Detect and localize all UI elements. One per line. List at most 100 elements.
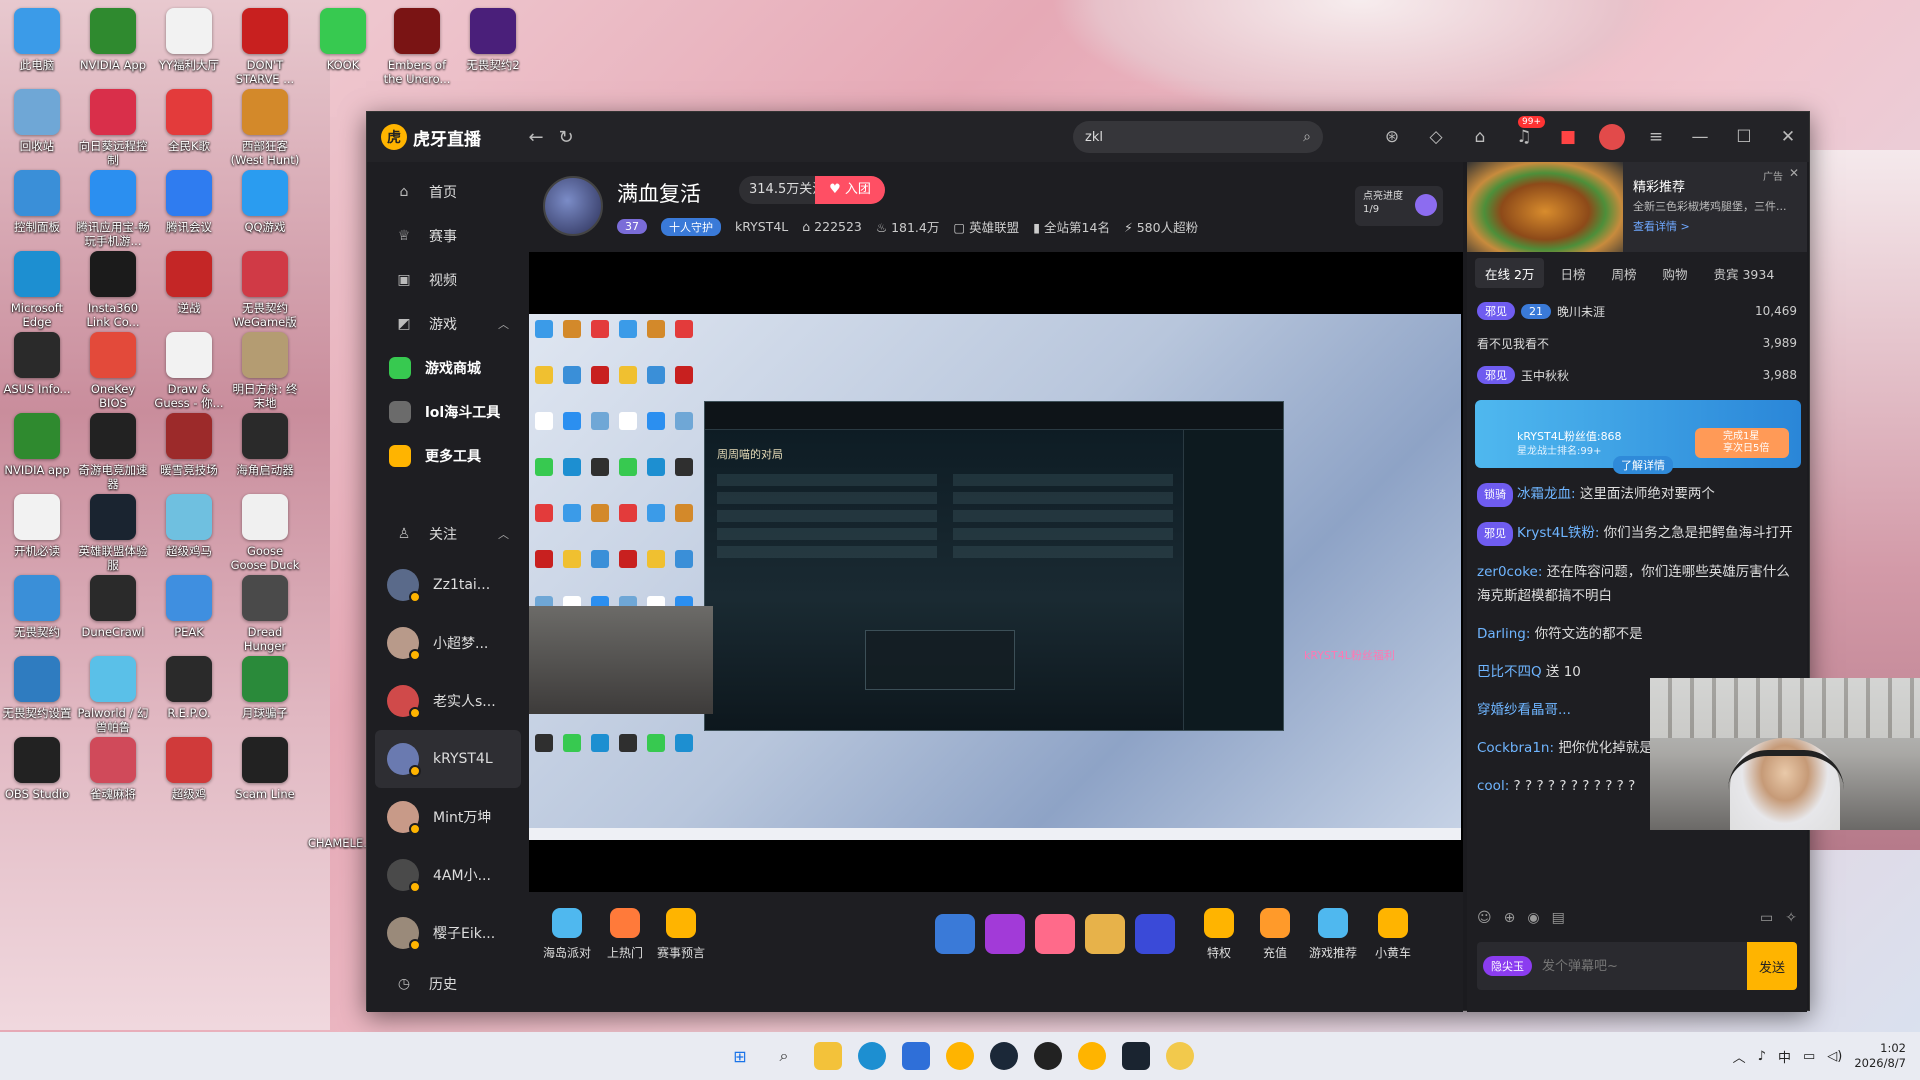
desktop-icon[interactable]: 控制面板 bbox=[0, 170, 74, 234]
desktop-icon[interactable]: 无畏契约 bbox=[0, 575, 74, 639]
tag-icon[interactable]: ◇ bbox=[1421, 122, 1451, 152]
desktop-icon[interactable]: 西部狂客 (West Hunt) bbox=[228, 89, 302, 167]
desktop-icon[interactable]: 腾讯会议 bbox=[152, 170, 226, 234]
chat-username[interactable]: cool: bbox=[1477, 778, 1514, 794]
edge-icon[interactable] bbox=[858, 1042, 886, 1070]
desktop-icon[interactable]: Palworld / 幻兽帕鲁 bbox=[76, 656, 150, 734]
screen-icon[interactable]: ▭ bbox=[1760, 910, 1773, 934]
desktop-icon[interactable]: 奇游电竞加速器 bbox=[76, 413, 150, 491]
chevron-up-icon[interactable]: ︿ bbox=[498, 316, 509, 332]
identity-badge[interactable]: 隐尖玉 bbox=[1483, 956, 1532, 976]
search-icon[interactable]: ⌕ bbox=[1303, 129, 1311, 145]
nav-video[interactable]: ▣ 视频 bbox=[367, 258, 529, 302]
follow-item[interactable]: Mint万坤 bbox=[367, 788, 529, 846]
cart-button[interactable]: 小黄车 bbox=[1363, 908, 1423, 961]
desktop-icon[interactable]: 月球骗子 bbox=[228, 656, 302, 720]
desktop-icon[interactable]: 逆战 bbox=[152, 251, 226, 315]
site-rank[interactable]: ▮ 全站第14名 bbox=[1033, 217, 1110, 236]
lol-icon[interactable] bbox=[1122, 1042, 1150, 1070]
rank-row[interactable]: 看不见我看不 3,989 bbox=[1477, 330, 1797, 356]
desktop-icon[interactable]: R.E.P.O. bbox=[152, 656, 226, 720]
chat-username[interactable]: Darling: bbox=[1477, 626, 1535, 642]
desktop-icon[interactable]: OneKey BIOS bbox=[76, 332, 150, 410]
nav-games[interactable]: ◩ 游戏 ︿ bbox=[367, 302, 529, 346]
tool-lol[interactable]: lol海斗工具 bbox=[367, 390, 529, 434]
gift-2-icon[interactable] bbox=[985, 914, 1025, 954]
app-logo[interactable]: 虎 虎牙直播 bbox=[381, 124, 521, 150]
nav-events[interactable]: ♕ 赛事 bbox=[367, 214, 529, 258]
gift-4-icon[interactable] bbox=[1085, 914, 1125, 954]
nav-history[interactable]: ◷ 历史 bbox=[367, 962, 529, 1006]
desktop-icon[interactable]: Scam Line bbox=[228, 737, 302, 801]
tool-more[interactable]: 更多工具 bbox=[367, 434, 529, 478]
tab-weekly[interactable]: 周榜 bbox=[1601, 258, 1646, 288]
menu-icon[interactable]: ≡ bbox=[1641, 122, 1671, 152]
desktop-icon[interactable]: 回收站 bbox=[0, 89, 74, 153]
desktop-icon[interactable]: YY福利大厅 bbox=[152, 8, 226, 72]
category-link[interactable]: ▢ 英雄联盟 bbox=[953, 217, 1019, 236]
desktop-icon[interactable]: QQ游戏 bbox=[228, 170, 302, 234]
gift-5-icon[interactable] bbox=[1135, 914, 1175, 954]
desktop-icon[interactable]: KOOK bbox=[306, 8, 380, 72]
desktop-icon[interactable]: 无畏契约 WeGame版 bbox=[228, 251, 302, 329]
hot-button[interactable]: 上热门 bbox=[595, 908, 655, 961]
desktop-icon[interactable]: 明日方舟: 终末地 bbox=[228, 332, 302, 410]
chat-username[interactable]: Cockbra1n: bbox=[1477, 740, 1558, 756]
volume-icon[interactable]: ◁) bbox=[1827, 1049, 1842, 1064]
tab-daily[interactable]: 日榜 bbox=[1550, 258, 1595, 288]
desktop-icon[interactable]: 海角启动器 bbox=[228, 413, 302, 477]
tab-online[interactable]: 在线 2万 bbox=[1475, 258, 1545, 288]
desktop-icon[interactable]: 无畏契约2 bbox=[456, 8, 530, 72]
folder-icon[interactable] bbox=[814, 1042, 842, 1070]
gift-box-icon[interactable]: ■ bbox=[1553, 122, 1583, 152]
desktop-icon[interactable]: Embers of the Uncro... bbox=[380, 8, 454, 86]
join-fan-group-button[interactable]: ♥ 入团 bbox=[815, 176, 885, 204]
desktop-icon[interactable]: 超级鸡 bbox=[152, 737, 226, 801]
chat-username[interactable]: 巴比不四Q bbox=[1477, 664, 1546, 680]
barrage-icon[interactable]: ▤ bbox=[1552, 910, 1565, 934]
rank-row[interactable]: 邪见 玉中秋秋 3,988 bbox=[1477, 362, 1797, 388]
gamepad-icon[interactable]: ⌂ bbox=[1465, 122, 1495, 152]
chevron-up-icon[interactable]: ︿ bbox=[1733, 1047, 1746, 1066]
close-icon[interactable]: ✕ bbox=[1789, 166, 1799, 180]
fan-card[interactable]: kRYST4L粉丝值:868 星龙战士排名:99+ 完成1星 享次日5倍 了解详… bbox=[1475, 400, 1801, 474]
desktop-icon[interactable]: 向日葵远程控制 bbox=[76, 89, 150, 167]
desktop-icon[interactable]: 暖雪竞技场 bbox=[152, 413, 226, 477]
currency-icon[interactable]: ⊛ bbox=[1377, 122, 1407, 152]
desktop-icon[interactable]: 全民K歌 bbox=[152, 89, 226, 153]
network-icon[interactable]: ▭ bbox=[1803, 1049, 1815, 1064]
tool-game-store[interactable]: 游戏商城 bbox=[367, 346, 529, 390]
rank-row[interactable]: 邪见 21 晚川未涯 10,469 bbox=[1477, 298, 1797, 324]
more-details-link[interactable]: 了解详情 bbox=[1613, 456, 1673, 474]
qq-icon[interactable] bbox=[1166, 1042, 1194, 1070]
progress-box[interactable]: 点亮进度 1/9 bbox=[1355, 186, 1443, 226]
search-input[interactable] bbox=[1085, 129, 1304, 145]
ime-indicator[interactable]: 中 bbox=[1778, 1047, 1791, 1066]
streamer-avatar[interactable] bbox=[543, 176, 603, 236]
desktop-icon[interactable]: 此电脑 bbox=[0, 8, 74, 72]
island-party-button[interactable]: 海岛派对 bbox=[537, 908, 597, 961]
mic-icon[interactable]: ♪ bbox=[1758, 1049, 1766, 1064]
chat-input[interactable] bbox=[1542, 958, 1747, 974]
chat-username[interactable]: 穿婚纱看晶哥... bbox=[1477, 702, 1571, 718]
desktop-icon[interactable]: Goose Goose Duck bbox=[228, 494, 302, 572]
ad-link[interactable]: 查看详情 > bbox=[1633, 218, 1690, 234]
follow-item[interactable]: 小超梦... bbox=[367, 614, 529, 672]
steam-icon[interactable] bbox=[990, 1042, 1018, 1070]
desktop-icon[interactable]: 英雄联盟体验服 bbox=[76, 494, 150, 572]
back-icon[interactable]: ← bbox=[521, 122, 551, 152]
desktop-icon[interactable]: 雀魂麻将 bbox=[76, 737, 150, 801]
nav-follow[interactable]: ♙ 关注 ︿ bbox=[367, 512, 529, 556]
bell-icon[interactable]: ♫ 99+ bbox=[1509, 116, 1545, 152]
fan-cta[interactable]: 完成1星 享次日5倍 bbox=[1695, 428, 1789, 458]
chat-username[interactable]: zer0coke: bbox=[1477, 564, 1547, 580]
start-icon[interactable]: ⊞ bbox=[726, 1042, 754, 1070]
follow-item[interactable]: 4AM小... bbox=[367, 846, 529, 904]
desktop-icon[interactable]: Draw & Guess - 你... bbox=[152, 332, 226, 410]
chevron-up-icon[interactable]: ︿ bbox=[498, 526, 509, 542]
desktop-icon[interactable]: NVIDIA app bbox=[0, 413, 74, 477]
chat-username[interactable]: 冰霜龙血: bbox=[1517, 486, 1580, 502]
game-recommend-button[interactable]: 游戏推荐 bbox=[1303, 908, 1363, 961]
desktop-icon[interactable]: Insta360 Link Co... bbox=[76, 251, 150, 329]
chat-username[interactable]: Kryst4L铁粉: bbox=[1517, 525, 1604, 541]
